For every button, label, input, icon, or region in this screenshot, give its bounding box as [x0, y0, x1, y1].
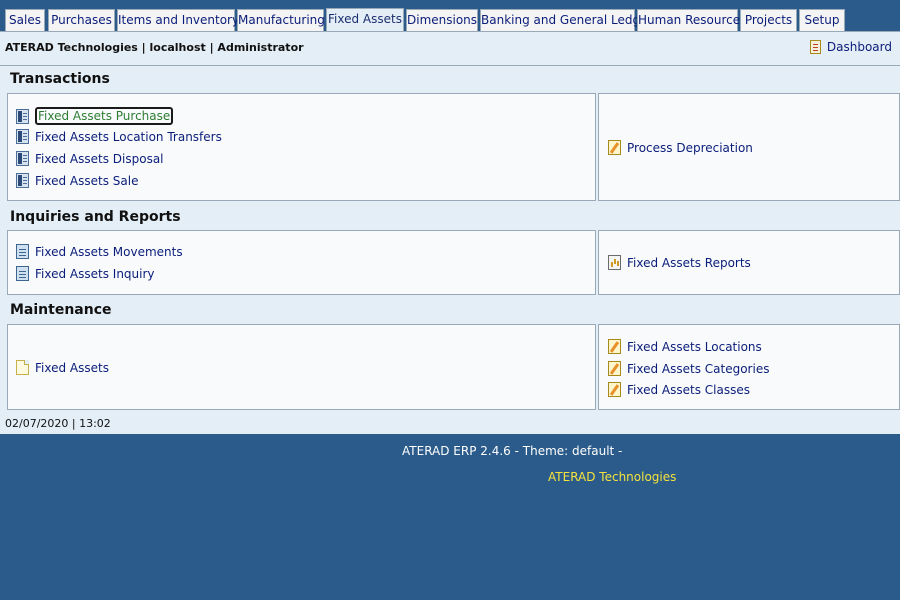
- tab-dimensions[interactable]: Dimensions: [406, 9, 478, 31]
- link-fixed-assets[interactable]: Fixed Assets: [16, 360, 109, 375]
- link-label[interactable]: Fixed Assets Categories: [627, 362, 769, 376]
- link-label[interactable]: Process Depreciation: [627, 141, 753, 155]
- report-icon: [16, 266, 29, 281]
- link-fixed-assets-inquiry[interactable]: Fixed Assets Inquiry: [16, 266, 155, 281]
- tab-purchases[interactable]: Purchases: [48, 9, 115, 31]
- edit-icon: [608, 382, 621, 397]
- section-title-maintenance: Maintenance: [10, 302, 112, 318]
- footer-company-link[interactable]: ATERAD Technologies: [548, 470, 676, 484]
- reports-icon: [608, 255, 621, 270]
- inquiries-right-box: Fixed Assets Reports: [598, 230, 900, 295]
- tab-fixed-assets[interactable]: Fixed Assets: [326, 8, 404, 32]
- dashboard-icon: [809, 40, 821, 54]
- document-icon: [16, 151, 29, 166]
- link-fixed-assets-movements[interactable]: Fixed Assets Movements: [16, 244, 183, 259]
- tab-setup[interactable]: Setup: [799, 9, 845, 31]
- document-icon: [16, 129, 29, 144]
- datetime-status: 02/07/2020 | 13:02: [5, 417, 111, 430]
- link-fixed-assets-sale[interactable]: Fixed Assets Sale: [16, 173, 138, 188]
- transactions-left-box: Fixed Assets Purchase Fixed Assets Locat…: [7, 93, 596, 201]
- link-label[interactable]: Fixed Assets: [35, 361, 109, 375]
- link-label[interactable]: Fixed Assets Inquiry: [35, 267, 155, 281]
- link-fixed-assets-purchase[interactable]: Fixed Assets Purchase: [16, 107, 174, 125]
- link-label[interactable]: Fixed Assets Sale: [35, 174, 138, 188]
- maintenance-right-box: Fixed Assets Locations Fixed Assets Cate…: [598, 324, 900, 410]
- link-label[interactable]: Fixed Assets Classes: [627, 383, 750, 397]
- inquiries-left-box: Fixed Assets Movements Fixed Assets Inqu…: [7, 230, 596, 295]
- tab-projects[interactable]: Projects: [740, 9, 797, 31]
- dashboard-link[interactable]: Dashboard: [809, 40, 892, 54]
- edit-icon: [608, 140, 621, 155]
- tab-human-resource[interactable]: Human Resource: [637, 9, 740, 31]
- note-icon: [16, 360, 29, 375]
- link-label[interactable]: Fixed Assets Purchase: [35, 107, 174, 125]
- module-tab-bar: Sales Purchases Items and Inventory Manu…: [0, 0, 900, 32]
- dashboard-label[interactable]: Dashboard: [827, 40, 892, 54]
- link-label[interactable]: Fixed Assets Reports: [627, 256, 751, 270]
- report-icon: [16, 244, 29, 259]
- document-icon: [16, 108, 29, 124]
- link-label[interactable]: Fixed Assets Location Transfers: [35, 130, 222, 144]
- company-line: ATERAD Technologies | localhost | Admini…: [5, 41, 304, 54]
- edit-icon: [608, 361, 621, 376]
- link-fixed-assets-location-transfers[interactable]: Fixed Assets Location Transfers: [16, 129, 222, 144]
- tab-sales[interactable]: Sales: [5, 9, 45, 31]
- link-label[interactable]: Fixed Assets Disposal: [35, 152, 164, 166]
- transactions-right-box: Process Depreciation: [598, 93, 900, 201]
- link-fixed-assets-classes[interactable]: Fixed Assets Classes: [608, 382, 750, 397]
- link-process-depreciation[interactable]: Process Depreciation: [608, 140, 753, 155]
- main-panel: ATERAD Technologies | localhost | Admini…: [0, 31, 900, 434]
- section-title-inquiries-and-reports: Inquiries and Reports: [10, 209, 181, 225]
- link-label[interactable]: Fixed Assets Locations: [627, 340, 762, 354]
- link-fixed-assets-categories[interactable]: Fixed Assets Categories: [608, 361, 769, 376]
- link-fixed-assets-locations[interactable]: Fixed Assets Locations: [608, 339, 762, 354]
- link-label[interactable]: Fixed Assets Movements: [35, 245, 183, 259]
- document-icon: [16, 173, 29, 188]
- maintenance-left-box: Fixed Assets: [7, 324, 596, 410]
- tab-banking-and-general-ledger[interactable]: Banking and General Ledger: [480, 9, 652, 31]
- footer-version: ATERAD ERP 2.4.6 - Theme: default -: [402, 444, 623, 458]
- link-fixed-assets-reports[interactable]: Fixed Assets Reports: [608, 255, 751, 270]
- link-fixed-assets-disposal[interactable]: Fixed Assets Disposal: [16, 151, 164, 166]
- edit-icon: [608, 339, 621, 354]
- section-title-transactions: Transactions: [10, 71, 110, 87]
- tab-items-and-inventory[interactable]: Items and Inventory: [117, 9, 239, 31]
- divider: [0, 65, 900, 66]
- tab-manufacturing[interactable]: Manufacturing: [237, 9, 325, 31]
